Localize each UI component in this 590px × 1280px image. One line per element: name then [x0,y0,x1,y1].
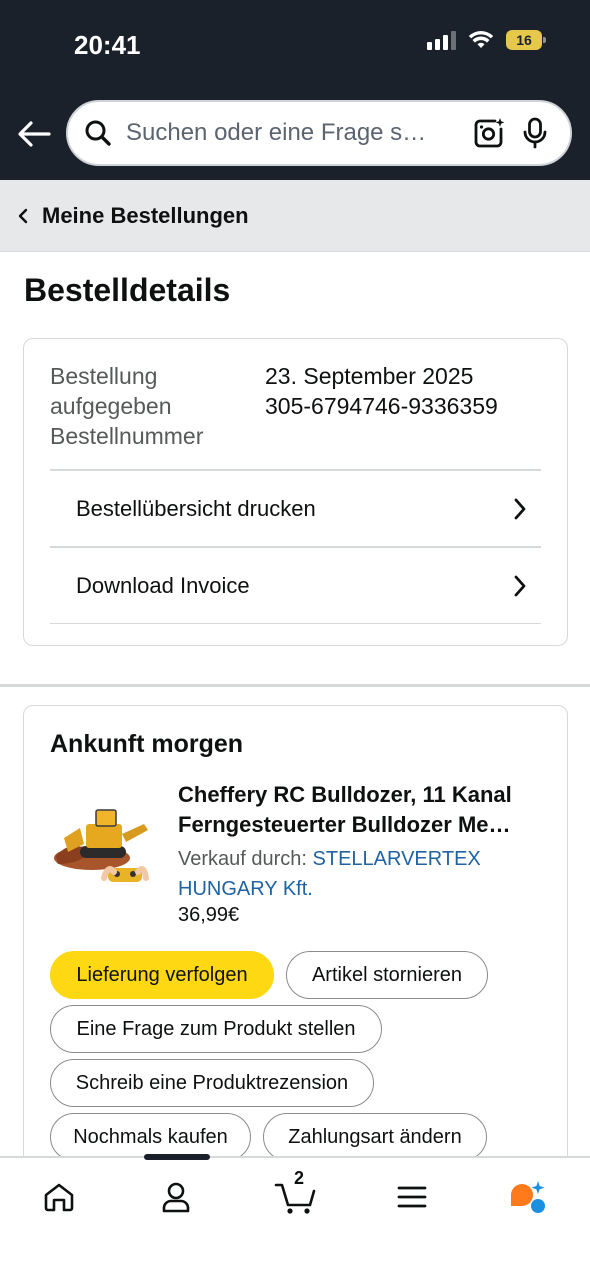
product-title-line-1[interactable]: Cheffery RC Bulldozer, 11 Kanal [178,780,548,810]
battery-icon: 16 [506,30,546,50]
change-payment-button[interactable]: Zahlungsart ändern [263,1113,487,1161]
microphone-icon[interactable] [512,100,558,166]
chevron-left-icon [18,208,34,224]
seller-label: Verkauf durch: [178,848,307,870]
wifi-icon [468,31,494,48]
status-indicators: 16 [427,30,546,50]
search-input[interactable] [126,119,466,147]
cancel-item-button[interactable]: Artikel stornieren [286,951,488,999]
product-image[interactable] [50,794,154,886]
download-invoice-label: Download Invoice [76,572,250,598]
page-title: Bestelldetails [24,272,231,308]
bottom-nav: 2 [0,1154,590,1280]
ask-product-question-button[interactable]: Eine Frage zum Produkt stellen [50,1005,382,1053]
app-header: 20:41 16 [0,0,590,180]
section-divider [0,684,590,687]
breadcrumb-label[interactable]: Meine Bestellungen [42,203,249,229]
delivery-card: Ankunft morgen Cheffery RC Bulldozer, 11… [23,705,568,1225]
breadcrumb[interactable]: Meine Bestellungen [0,180,590,252]
back-arrow-icon[interactable] [14,114,54,154]
status-time: 20:41 [74,30,141,60]
print-order-summary-label: Bestellübersicht drucken [76,496,316,521]
order-meta-labels: Bestellung aufgegeben Bestellnummer [50,361,250,451]
cellular-signal-icon [427,30,456,50]
write-review-button[interactable]: Schreib eine Produktrezension [50,1059,374,1107]
seller-info: Verkauf durch: STELLARVERTEX HUNGARY Kft… [178,844,548,904]
account-icon[interactable] [146,1172,206,1222]
home-icon[interactable] [29,1172,89,1222]
product-title[interactable]: Cheffery RC Bulldozer, 11 Kanal Ferngest… [178,780,548,840]
order-meta-values: 23. September 2025 305-6794746-9336359 [265,361,498,421]
order-date: 23. September 2025 [265,363,474,389]
menu-icon[interactable] [382,1172,442,1222]
download-invoice-link[interactable]: Download Invoice [50,546,541,624]
rufus-icon[interactable] [498,1172,558,1222]
search-icon[interactable] [70,100,126,166]
delivery-status: Ankunft morgen [50,730,244,758]
print-order-summary-link[interactable]: Bestellübersicht drucken [50,469,541,547]
order-number: 305-6794746-9336359 [265,393,498,419]
product-price: 36,99€ [178,904,240,926]
order-placed-label: Bestellung aufgegeben [50,363,172,419]
order-summary-card: Bestellung aufgegeben Bestellnummer 23. … [23,338,568,646]
cart-icon[interactable]: 2 [266,1168,326,1222]
camera-search-icon[interactable] [466,100,512,166]
product-title-line-2[interactable]: Ferngesteuerter Bulldozer Me… [178,810,548,840]
track-package-button[interactable]: Lieferung verfolgen [50,951,274,999]
search-bar[interactable] [66,100,572,166]
chevron-right-icon [514,498,526,520]
chevron-right-icon [514,575,526,596]
scroll-indicator [144,1154,210,1160]
cart-count-badge: 2 [293,1168,304,1188]
order-number-label: Bestellnummer [50,423,204,449]
